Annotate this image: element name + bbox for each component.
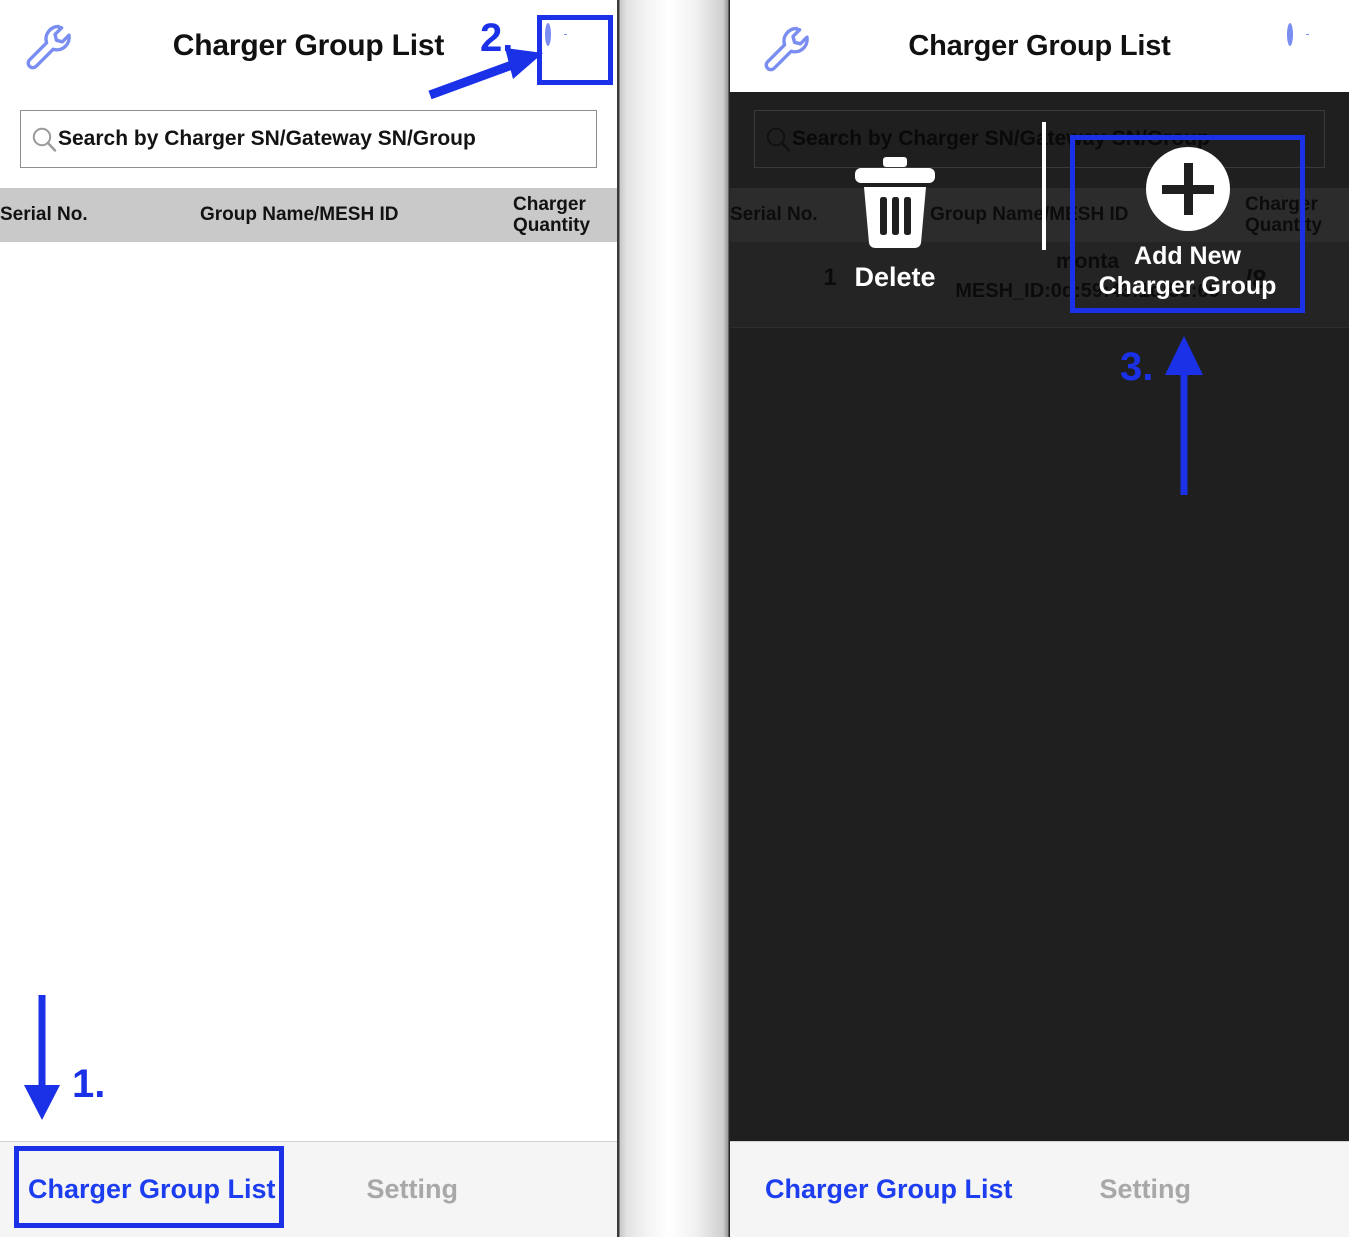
app-header-right: Charger Group List [730, 0, 1349, 92]
page-title: Charger Group List [172, 29, 445, 62]
plus-circle-icon [1287, 23, 1293, 46]
add-action-label-line1: Add New [1134, 242, 1241, 270]
search-bar-container: Search by Charger SN/Gateway SN/Group [0, 92, 617, 168]
bottom-tab-bar-left: Charger Group List Setting [0, 1141, 617, 1237]
annotation-step-3: 3. [1120, 345, 1154, 389]
bottom-tab-bar-right: Charger Group List Setting [730, 1141, 1349, 1237]
wrench-icon[interactable] [760, 22, 812, 74]
column-header-quantity-line2: Quantity [513, 215, 591, 236]
table-header-row: Serial No. Group Name/MESH ID Charger Qu… [0, 188, 617, 242]
delete-action[interactable]: Delete [840, 155, 950, 293]
tab-setting[interactable]: Setting [1040, 1174, 1349, 1205]
search-icon [31, 126, 57, 152]
trash-icon [853, 157, 937, 253]
column-header-quantity-line1: Charger [513, 193, 586, 215]
add-action-label-line2: Charger Group [1098, 272, 1277, 300]
annotation-step-1: 1. [72, 1062, 106, 1106]
search-icon [765, 126, 791, 152]
add-charger-group-button[interactable] [1287, 23, 1329, 68]
plus-circle-filled-icon [1145, 147, 1230, 231]
plus-circle-icon [545, 23, 551, 46]
panel-divider-gap [617, 0, 730, 1237]
phone-screen-left: Charger Group List Search by Charger SN/… [0, 0, 617, 1237]
add-charger-group-button[interactable] [545, 23, 587, 68]
search-placeholder-text: Search by Charger SN/Gateway SN/Group [58, 127, 476, 150]
column-header-quantity: Charger Quantity [513, 194, 617, 237]
annotation-step-2: 2. [480, 16, 514, 60]
tab-setting[interactable]: Setting [309, 1174, 618, 1205]
tab-charger-group-list[interactable]: Charger Group List [730, 1174, 1040, 1205]
action-sheet-divider [1042, 122, 1046, 250]
page-title: Charger Group List [908, 29, 1171, 62]
tab-charger-group-list[interactable]: Charger Group List [0, 1174, 309, 1205]
app-header-left: Charger Group List [0, 0, 617, 92]
delete-action-label: Delete [854, 262, 936, 292]
phone-screen-right: Charger Group List Search by Charger SN/… [730, 0, 1349, 1237]
search-input[interactable]: Search by Charger SN/Gateway SN/Group [20, 110, 597, 168]
column-header-serial: Serial No. [0, 204, 88, 225]
screenshot-stage: Charger Group List Search by Charger SN/… [0, 0, 1349, 1237]
add-new-charger-group-action[interactable]: Add New Charger Group [1070, 135, 1305, 313]
add-action-label: Add New Charger Group [1099, 241, 1277, 301]
column-header-group: Group Name/MESH ID [200, 204, 399, 225]
wrench-icon[interactable] [22, 20, 74, 72]
